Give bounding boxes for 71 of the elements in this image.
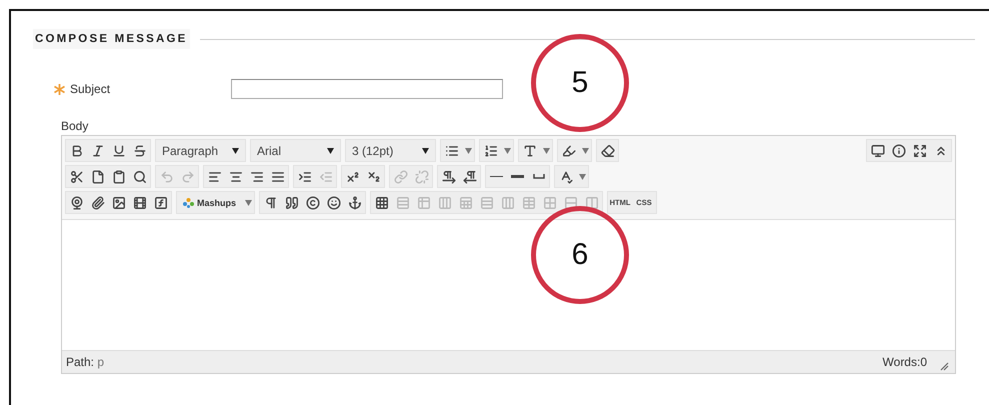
undo-icon: [160, 170, 174, 184]
columns-icon: [584, 196, 599, 210]
monitor-icon: [870, 144, 884, 158]
unlink-icon: [414, 170, 428, 184]
outdent-icon: [318, 170, 332, 184]
caret-icon: [422, 148, 429, 154]
pilcrow-right-icon: [442, 170, 456, 184]
table-column-icon: [438, 196, 452, 210]
caret-icon: [582, 148, 588, 154]
function-icon: [154, 196, 168, 210]
numbered-list-icon: [484, 144, 498, 158]
callout-number: 6: [531, 206, 629, 304]
word-count: Words:0: [882, 355, 927, 369]
align-center-icon: [228, 170, 242, 184]
caret-icon: [464, 148, 472, 154]
image-icon: [112, 196, 126, 210]
table-icon: [374, 196, 389, 210]
align-left-icon: [208, 170, 222, 184]
align-justify-icon: [270, 170, 284, 184]
underline-icon: [112, 144, 126, 158]
caret-icon: [232, 148, 239, 154]
highlighter-icon: [562, 144, 576, 158]
caret-icon: [327, 148, 334, 154]
superscript-icon: [346, 170, 360, 184]
scissors-icon: [70, 170, 84, 184]
pilcrow-icon: [264, 196, 278, 210]
caret-icon: [578, 174, 586, 180]
align-right-icon: [250, 170, 264, 184]
redo-icon: [180, 170, 194, 184]
dots-icon: [183, 198, 194, 208]
path-text: Path: p: [66, 355, 106, 369]
table-row-icon: [564, 196, 578, 210]
caret-icon: [542, 148, 550, 154]
anchor-icon: [348, 196, 362, 210]
fullscreen-icon: [912, 144, 926, 158]
table-column-icon: [500, 196, 515, 210]
resize-grip-icon: [939, 361, 949, 371]
copyright-icon: [306, 196, 320, 210]
line-icon: [490, 176, 503, 178]
eraser-icon: [600, 144, 614, 158]
caret-icon: [504, 148, 510, 154]
italic-icon: [90, 144, 104, 158]
link-icon: [394, 170, 408, 184]
indent-icon: [298, 170, 312, 184]
table-row-icon: [396, 196, 410, 210]
paperclip-icon: [90, 196, 104, 210]
callout-number: 5: [531, 34, 629, 132]
page-icon: [90, 170, 104, 184]
table-cell-icon: [416, 196, 431, 210]
table-cell-icon: [542, 196, 557, 210]
table-grid-icon: [522, 196, 536, 210]
clipboard-icon: [112, 170, 126, 184]
subscript-icon: [366, 170, 380, 184]
webcam-icon: [70, 196, 84, 210]
search-icon: [132, 170, 146, 184]
strikethrough-icon: [132, 144, 146, 158]
caret-icon: [244, 200, 252, 206]
bullet-list-icon: [444, 144, 458, 158]
section-title: COMPOSE MESSAGE: [33, 29, 190, 49]
info-icon: [892, 144, 906, 158]
table-grid-icon: [458, 196, 473, 210]
film-icon: [132, 196, 146, 210]
subject-label: Subject: [53, 82, 231, 96]
smile-icon: [326, 196, 341, 210]
table-row-icon: [480, 196, 494, 210]
quote-icon: [284, 196, 299, 210]
pilcrow-left-icon: [462, 170, 476, 184]
body-label: Body: [61, 119, 90, 133]
space-icon: [532, 174, 544, 179]
text-color-icon: [522, 144, 536, 158]
subject-field[interactable]: [231, 79, 503, 99]
